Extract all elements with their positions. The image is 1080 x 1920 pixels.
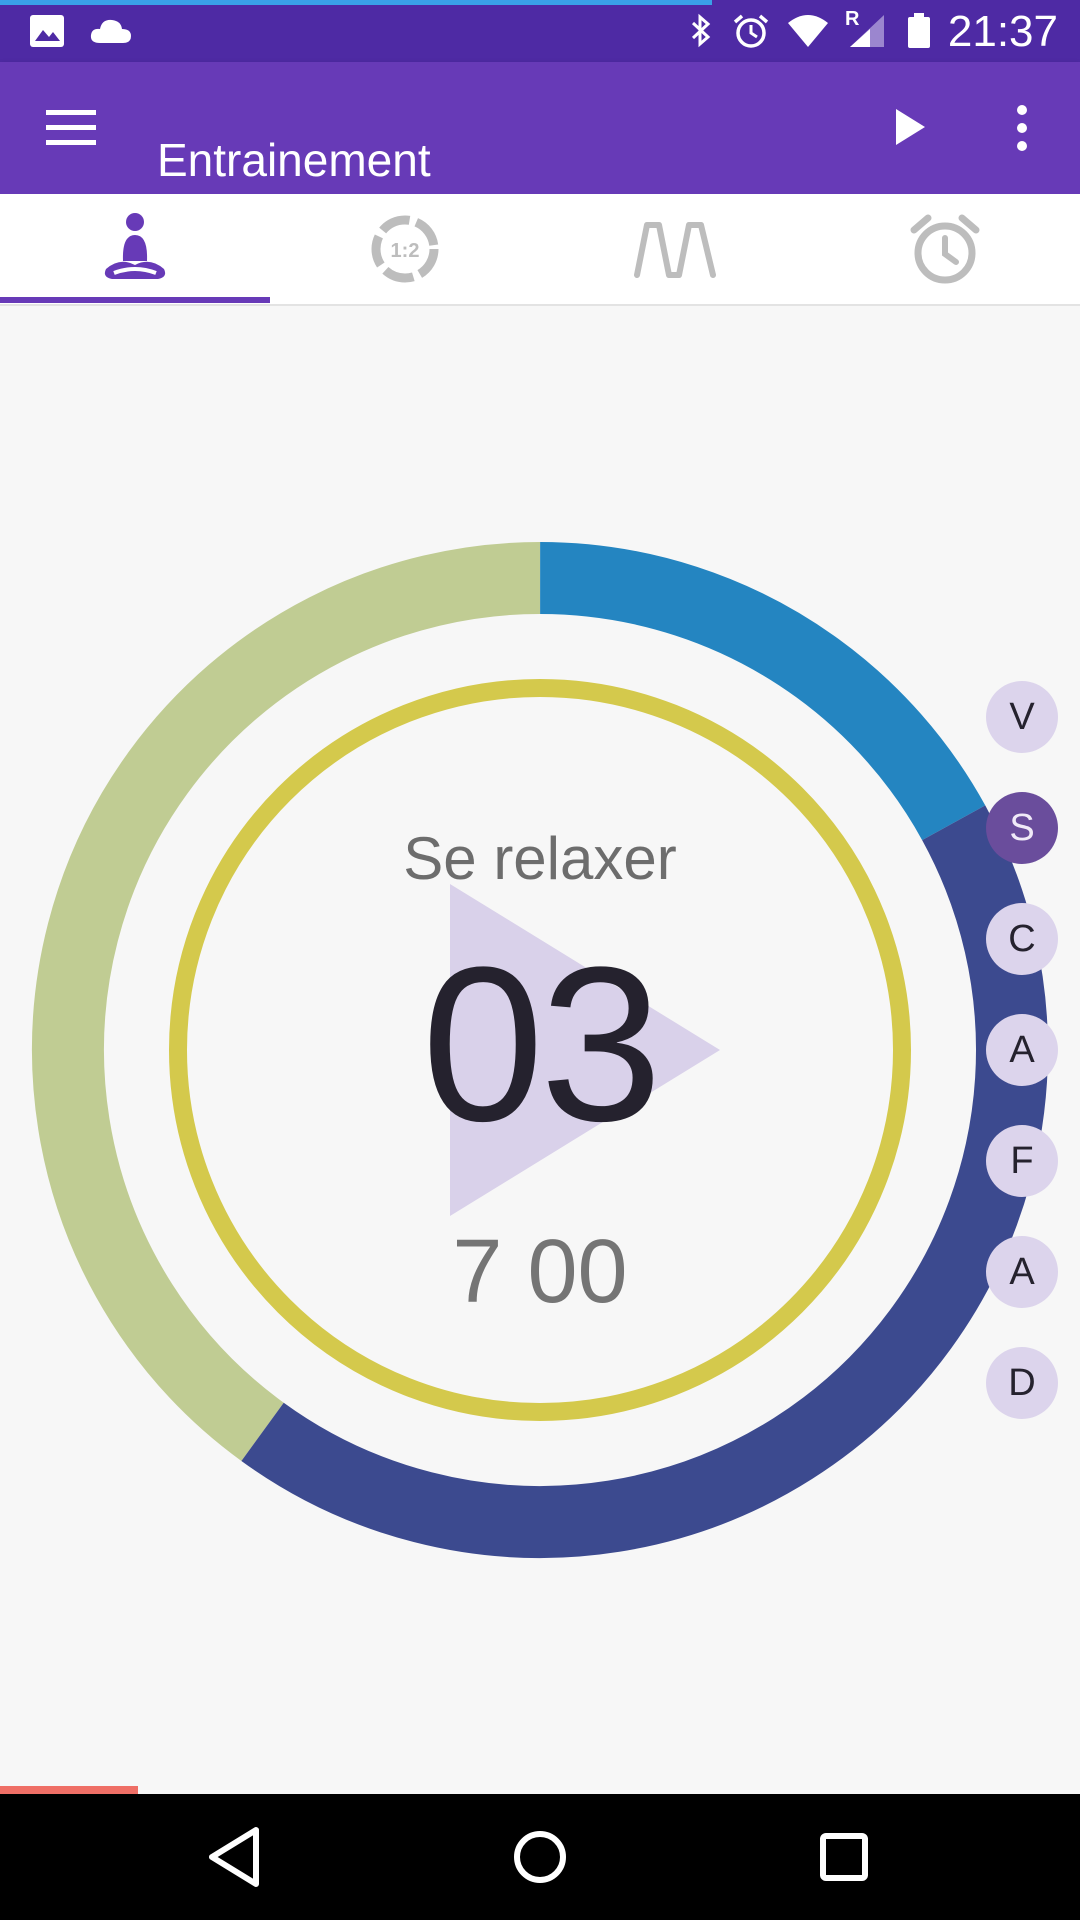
status-time: 21:37	[947, 7, 1058, 56]
phase-label: Se relaxer	[403, 825, 677, 892]
battery-icon	[908, 13, 930, 48]
tab-bar: 1:2	[0, 194, 1080, 306]
menu-icon[interactable]	[44, 104, 98, 150]
tab-meditation[interactable]	[0, 194, 270, 304]
breath-pattern-icon	[634, 222, 716, 278]
recents-icon[interactable]	[804, 1824, 884, 1890]
status-bar: R 21:37	[0, 0, 1080, 62]
tab-ratio-label: 1:2	[391, 240, 420, 262]
back-icon[interactable]	[196, 1824, 276, 1890]
bubble-c[interactable]: C	[986, 903, 1058, 975]
cloud-icon	[90, 19, 131, 43]
bottom-progress-accent	[0, 1786, 138, 1794]
signal-icon	[850, 15, 884, 47]
page-title: Entrainement	[157, 133, 431, 186]
more-vert-icon[interactable]	[1010, 104, 1034, 152]
duration: 7 00	[452, 1222, 628, 1322]
breathing-timer: Se relaxer 03 7 00	[0, 304, 1080, 1794]
tab-alarm[interactable]	[810, 194, 1080, 304]
app-bar: Entrainement	[0, 62, 1080, 194]
navigation-bar	[0, 1794, 1080, 1920]
bubble-v[interactable]: V	[986, 681, 1058, 753]
bubble-a-2[interactable]: A	[986, 1236, 1058, 1308]
home-icon[interactable]	[500, 1824, 580, 1890]
tab-breath-pattern[interactable]	[540, 194, 810, 304]
ratio-1-2-icon: 1:2	[371, 215, 439, 283]
bluetooth-icon	[691, 13, 711, 48]
alarm-clock-icon	[910, 214, 980, 284]
alarm-icon	[733, 14, 769, 48]
bubble-s[interactable]: S	[986, 792, 1058, 864]
bubble-f[interactable]: F	[986, 1125, 1058, 1197]
tab-ratio[interactable]: 1:2	[270, 194, 540, 304]
play-icon[interactable]	[892, 106, 928, 148]
image-icon	[30, 15, 64, 47]
bubble-a[interactable]: A	[986, 1014, 1058, 1086]
wifi-icon	[788, 15, 828, 47]
status-progress-line	[0, 0, 712, 5]
tab-indicator	[0, 297, 270, 303]
bubble-d[interactable]: D	[986, 1347, 1058, 1419]
breath-count: 03	[421, 921, 663, 1167]
meditation-icon	[104, 213, 166, 279]
